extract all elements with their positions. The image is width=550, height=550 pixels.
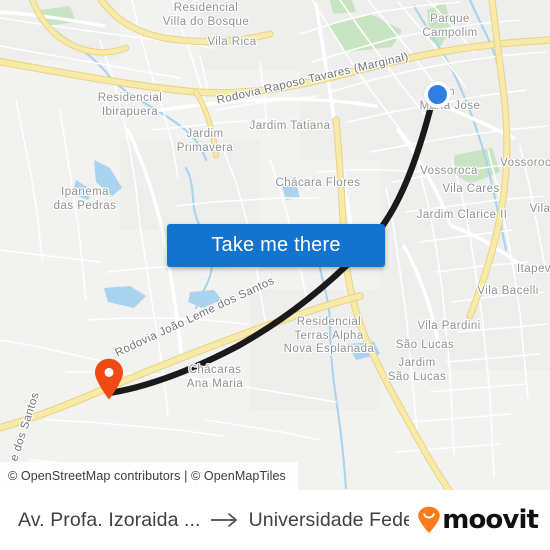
route-origin-label: Av. Profa. Izoraida ... <box>18 508 201 531</box>
route-summary: Av. Profa. Izoraida ... Universidade Fed… <box>18 509 409 532</box>
moovit-logo[interactable]: moovit <box>417 505 539 535</box>
route-footer-bar: Av. Profa. Izoraida ... Universidade Fed… <box>0 490 550 550</box>
map-attribution[interactable]: © OpenStreetMap contributors | © OpenMap… <box>0 462 298 490</box>
origin-pin-marker[interactable] <box>94 358 124 400</box>
route-destination-label: Universidade Federal De São ... <box>248 508 410 531</box>
map-canvas[interactable]: Residencial Villa do Bosque Vila Rica Pa… <box>0 0 550 490</box>
destination-dot-marker[interactable] <box>424 81 451 108</box>
moovit-wordmark: moovit <box>442 505 539 535</box>
map-pin-icon <box>95 358 123 400</box>
moovit-pin-icon <box>418 506 441 533</box>
arrow-right-icon <box>210 513 237 527</box>
take-me-there-button[interactable]: Take me there <box>167 224 385 267</box>
